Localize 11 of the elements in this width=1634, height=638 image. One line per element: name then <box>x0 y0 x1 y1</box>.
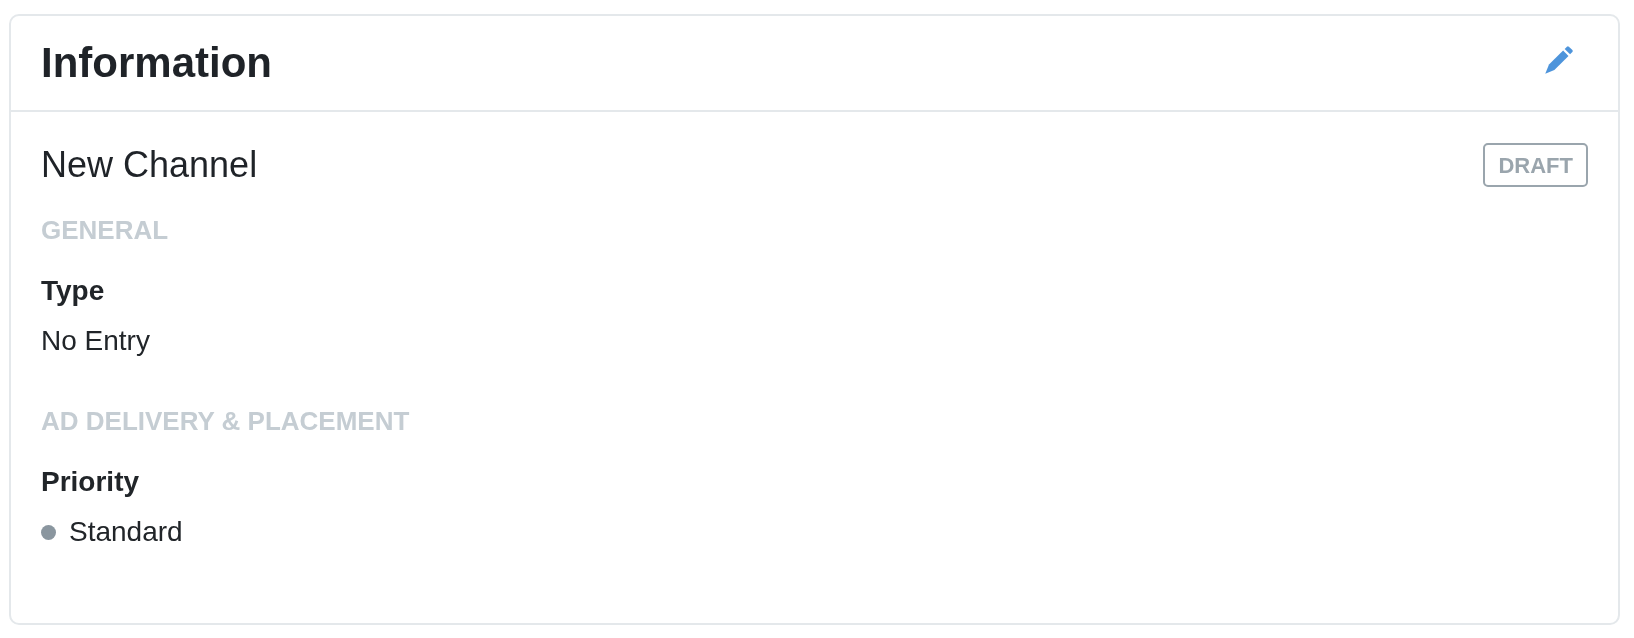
pencil-icon <box>1545 46 1573 74</box>
field-value: No Entry <box>41 324 151 358</box>
section-heading: GENERAL <box>41 214 170 246</box>
field-label: Type <box>41 274 106 308</box>
section-heading: AD DELIVERY & PLACEMENT <box>41 405 411 437</box>
status-badge: DRAFT <box>1483 143 1588 187</box>
channel-name: New Channel <box>41 143 258 187</box>
card-title: Information <box>41 38 272 88</box>
field-label: Priority <box>41 465 141 499</box>
edit-button[interactable] <box>1545 46 1573 74</box>
field-value: Standard <box>69 515 183 549</box>
